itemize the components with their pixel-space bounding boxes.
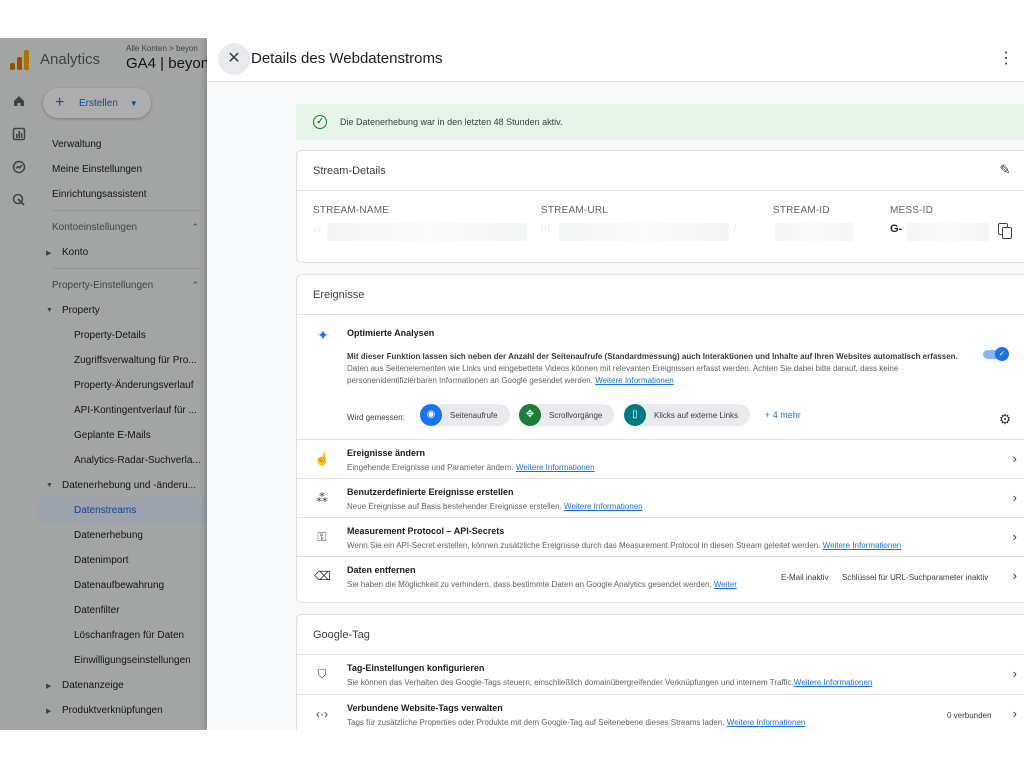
row-configure-tag-settings[interactable]: ⛉ Tag-Einstellungen konfigurieren Sie kö… bbox=[297, 655, 1024, 695]
chevron-right-icon: › bbox=[1012, 568, 1017, 583]
tag-settings-icon: ⛉ bbox=[317, 667, 327, 681]
chip-scrolls: ✥ Scrollvorgänge bbox=[519, 404, 615, 426]
stream-id-label: STREAM-ID bbox=[773, 205, 830, 216]
panel-header: ✕ Details des Webdatenstroms ⋮ bbox=[207, 38, 1024, 82]
chevron-right-icon: › bbox=[1012, 666, 1017, 681]
panel-title: Details des Webdatenstroms bbox=[251, 50, 443, 67]
touch-icon: ☝ bbox=[314, 452, 330, 466]
eye-icon: ◉ bbox=[420, 404, 442, 426]
connected-count: 0 verbunden bbox=[947, 711, 992, 720]
chip-outbound-clicks: ▯ Klicks auf externe Links bbox=[624, 404, 751, 426]
google-tag-card: Google-Tag ⛉ Tag-Einstellungen konfiguri… bbox=[296, 614, 1024, 730]
measurement-id-label: MESS-ID bbox=[890, 205, 934, 216]
key-icon: ⚿ bbox=[317, 530, 327, 544]
check-circle-icon: ✓ bbox=[313, 115, 327, 129]
chevron-right-icon: › bbox=[1012, 451, 1017, 466]
status-banner: ✓ Die Datenerhebung war in den letzten 4… bbox=[296, 104, 1024, 140]
chevron-right-icon: › bbox=[1012, 529, 1017, 544]
learn-more-link[interactable]: Weitere Informationen bbox=[595, 376, 674, 385]
sparkle-click-icon: ⁂ bbox=[316, 491, 328, 505]
email-status: E-Mail inaktiv bbox=[781, 573, 829, 582]
events-heading: Ereignisse bbox=[297, 275, 1024, 315]
panel-body: ✓ Die Datenerhebung war in den letzten 4… bbox=[207, 82, 1024, 730]
copy-icon[interactable] bbox=[998, 223, 1012, 239]
url-params-status: Schlüssel für URL-Suchparameter inaktiv bbox=[842, 573, 989, 582]
chevron-right-icon: › bbox=[1012, 706, 1017, 721]
row-modify-events[interactable]: ☝ Ereignisse ändern Eingehende Ereigniss… bbox=[297, 440, 1024, 479]
redacted-block bbox=[775, 223, 853, 241]
scroll-icon: ✥ bbox=[519, 404, 541, 426]
redacted-block bbox=[907, 223, 989, 241]
row-api-secrets[interactable]: ⚿ Measurement Protocol – API-Secrets Wen… bbox=[297, 518, 1024, 557]
learn-more-link[interactable]: Weitere Informationen bbox=[794, 678, 873, 687]
stream-url-value: ht bbox=[541, 223, 551, 235]
edit-icon[interactable]: ✎ bbox=[998, 163, 1012, 177]
learn-more-link[interactable]: Weiter bbox=[714, 580, 737, 589]
learn-more-link[interactable]: Weitere Informationen bbox=[727, 718, 806, 727]
stream-url-label: STREAM-URL bbox=[541, 205, 609, 216]
chevron-right-icon: › bbox=[1012, 490, 1017, 505]
enhanced-measurement-title: Optimierte Analysen bbox=[347, 328, 435, 338]
measurement-id-value: G- bbox=[890, 223, 903, 235]
modal-scrim[interactable] bbox=[0, 38, 207, 730]
eraser-icon: ⌫ bbox=[314, 569, 331, 583]
redacted-block bbox=[327, 223, 527, 241]
stream-details-heading: Stream-Details ✎ bbox=[297, 151, 1024, 191]
events-card: Ereignisse ✦ Optimierte Analysen ✓ Mit d… bbox=[296, 274, 1024, 603]
status-banner-text: Die Datenerhebung war in den letzten 48 … bbox=[340, 117, 563, 127]
stream-name-value: w bbox=[313, 223, 321, 235]
learn-more-link[interactable]: Weitere Informationen bbox=[564, 502, 643, 511]
stream-url-separator: / bbox=[733, 223, 737, 235]
google-tag-heading: Google-Tag bbox=[297, 615, 1024, 655]
gear-icon[interactable]: ⚙ bbox=[997, 411, 1013, 427]
row-data-redaction[interactable]: ⌫ Daten entfernen Sie haben die Möglichk… bbox=[297, 557, 1024, 596]
measured-label: Wird gemessen: bbox=[347, 413, 405, 422]
check-icon: ✓ bbox=[995, 347, 1009, 361]
stream-name-label: STREAM-NAME bbox=[313, 205, 390, 216]
more-vert-icon[interactable]: ⋮ bbox=[998, 48, 1014, 70]
learn-more-link[interactable]: Weitere Informationen bbox=[823, 541, 902, 550]
learn-more-link[interactable]: Weitere Informationen bbox=[516, 463, 595, 472]
row-create-custom-events[interactable]: ⁂ Benutzerdefinierte Ereignisse erstelle… bbox=[297, 479, 1024, 518]
enhanced-measurement-section: ✦ Optimierte Analysen ✓ Mit dieser Funkt… bbox=[297, 315, 1024, 440]
stream-details-panel: ✕ Details des Webdatenstroms ⋮ ✓ Die Dat… bbox=[207, 38, 1024, 730]
screen: Analytics Alle Konten > beyon GA4 | beyo… bbox=[0, 38, 1024, 730]
enhanced-measurement-note: Daten aus Seitenelementen wie Links und … bbox=[347, 364, 899, 385]
code-icon: ‹·› bbox=[316, 707, 328, 721]
redacted-block bbox=[559, 223, 729, 241]
close-icon[interactable]: ✕ bbox=[218, 43, 250, 75]
sparkle-icon: ✦ bbox=[317, 327, 329, 343]
chip-page-views: ◉ Seitenaufrufe bbox=[420, 404, 510, 426]
stream-details-card: Stream-Details ✎ STREAM-NAME STREAM-URL … bbox=[296, 150, 1024, 263]
enhanced-measurement-description: Mit dieser Funktion lassen sich neben de… bbox=[347, 352, 958, 361]
more-events-link[interactable]: + 4 mehr bbox=[765, 410, 801, 420]
mouse-icon: ▯ bbox=[624, 404, 646, 426]
row-manage-connected-tags[interactable]: ‹·› Verbundene Website-Tags verwalten Ta… bbox=[297, 695, 1024, 730]
